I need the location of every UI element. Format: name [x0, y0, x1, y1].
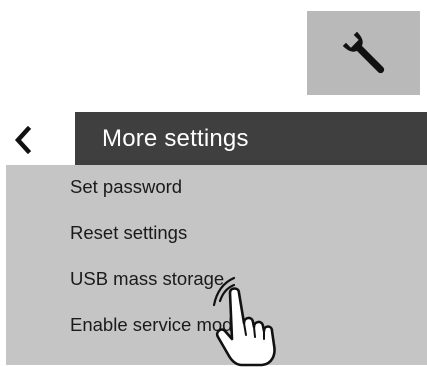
- menu-item-label: Set password: [70, 176, 183, 197]
- chevron-left-icon: [14, 125, 32, 155]
- page-title: More settings: [102, 124, 249, 152]
- menu-item-label: Reset settings: [70, 222, 188, 243]
- menu-item-label: USB mass storage: [70, 268, 225, 289]
- wrench-icon: [342, 31, 384, 74]
- menu-item-set-password[interactable]: Set password: [70, 170, 182, 204]
- menu-item-reset-settings[interactable]: Reset settings: [70, 216, 187, 250]
- menu-item-label: Enable service mode: [70, 314, 243, 335]
- back-button[interactable]: [8, 122, 38, 158]
- settings-tool-button[interactable]: [307, 11, 420, 95]
- menu-item-enable-service-mode[interactable]: Enable service mode: [70, 308, 243, 342]
- menu-item-usb-mass-storage[interactable]: USB mass storage: [70, 262, 224, 296]
- header-bar: More settings: [75, 112, 427, 165]
